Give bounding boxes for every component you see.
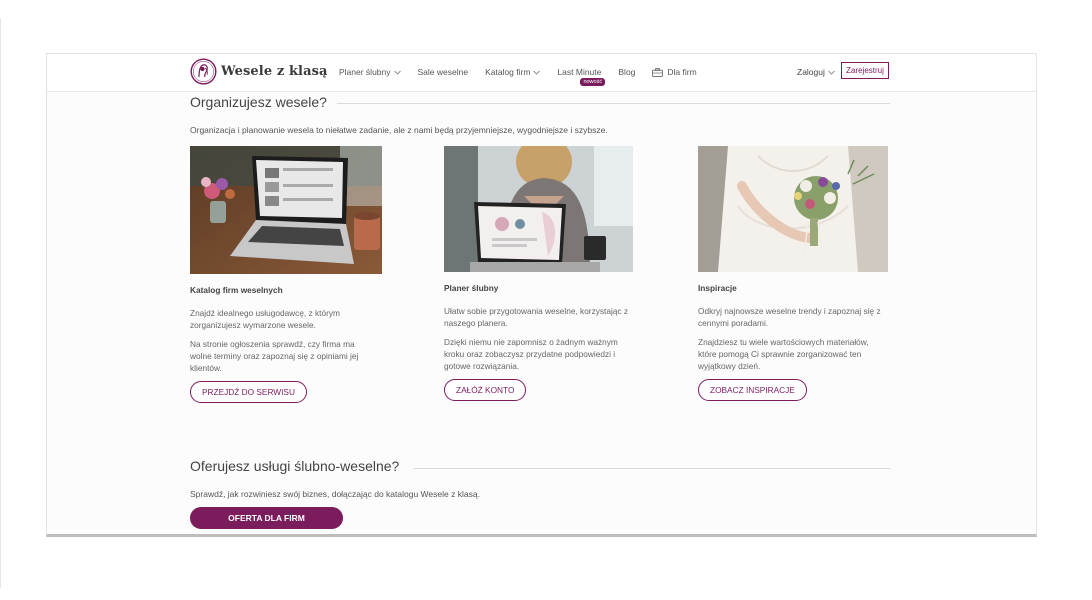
chevron-down-icon xyxy=(828,70,835,75)
laptop-on-table-image xyxy=(190,146,382,274)
card-paragraph: Odkryj najnowsze weselne trendy i zapozn… xyxy=(698,306,881,328)
new-badge: nowość xyxy=(580,78,606,86)
offer-for-companies-button[interactable]: OFERTA DLA FIRM xyxy=(190,507,343,529)
chevron-down-icon xyxy=(533,70,541,75)
organize-intro: Organizacja i planowanie wesela to nieła… xyxy=(190,125,608,135)
briefcase-icon xyxy=(652,67,664,77)
nav-label: Planer ślubny xyxy=(339,67,391,77)
card-paragraph: Znajdź idealnego usługodawcę, z którym z… xyxy=(190,308,340,330)
card-inspirations: Inspiracje Odkryj najnowsze weselne tren… xyxy=(698,146,888,401)
chevron-down-icon xyxy=(393,70,401,75)
card-title: Planer ślubny xyxy=(444,283,499,293)
login-label: Zaloguj xyxy=(797,67,825,77)
nav-label: Last Minute xyxy=(557,67,602,77)
nav-label: Dla firm xyxy=(667,67,697,77)
business-intro: Sprawdź, jak rozwiniesz swój biznes, doł… xyxy=(190,489,480,499)
woman-with-laptop-image xyxy=(444,146,633,272)
site-logo[interactable]: Wesele z klasą xyxy=(190,58,328,85)
nav-label: Sale weselne xyxy=(417,67,469,77)
card-title: Inspiracje xyxy=(698,283,737,293)
section-divider xyxy=(337,103,890,104)
nav-item-wedding-planner[interactable]: Planer ślubny xyxy=(339,67,401,77)
card-title: Katalog firm weselnych xyxy=(190,285,283,295)
nav-item-last-minute[interactable]: Last Minute nowość xyxy=(557,67,606,86)
bride-with-bouquet-image xyxy=(698,146,888,272)
logo-emblem-icon xyxy=(190,58,217,85)
card-paragraph: Na stronie ogłoszenia sprawdź, czy firma… xyxy=(190,339,359,373)
nav-item-wedding-venues[interactable]: Sale weselne xyxy=(418,67,469,77)
nav-item-for-companies[interactable]: Dla firm xyxy=(652,67,697,77)
create-account-button[interactable]: ZAŁÓŻ KONTO xyxy=(444,379,527,401)
business-section-title: Oferujesz usługi ślubno-weselne? xyxy=(190,458,400,474)
card-paragraph: Znajdziesz tu wiele wartościowych materi… xyxy=(698,337,869,371)
card-wedding-planner: Planer ślubny Ułatw sobie przygotowania … xyxy=(444,146,633,401)
login-link[interactable]: Zaloguj xyxy=(797,67,835,77)
site-header: Wesele z klasą Planer ślubny Sale weseln… xyxy=(47,54,1036,92)
nav-item-company-catalog[interactable]: Katalog firm xyxy=(485,67,541,77)
register-button[interactable]: Zarejestruj xyxy=(841,62,889,79)
card-paragraph: Dzięki niemu nie zapomnisz o żadnym ważn… xyxy=(444,337,618,371)
logo-text: Wesele z klasą xyxy=(221,64,328,79)
see-inspirations-button[interactable]: ZOBACZ INSPIRACJE xyxy=(698,379,807,401)
nav-label: Blog xyxy=(618,67,636,77)
page-edge-rule xyxy=(0,18,1,588)
section-divider xyxy=(414,468,890,469)
go-to-service-button[interactable]: PRZEJDŹ DO SERWISU xyxy=(190,381,307,403)
nav-item-blog[interactable]: Blog xyxy=(618,67,635,77)
main-nav: Planer ślubny Sale weselne Katalog firm … xyxy=(339,67,714,86)
card-paragraph: Ułatw sobie przygotowania weselne, korzy… xyxy=(444,306,628,328)
card-company-catalog: Katalog firm weselnych Znajdź idealnego … xyxy=(190,146,382,403)
organize-section-title: Organizujesz wesele? xyxy=(190,94,327,110)
browser-viewport: Wesele z klasą Planer ślubny Sale weseln… xyxy=(46,53,1037,537)
nav-label: Katalog firm xyxy=(485,67,531,77)
